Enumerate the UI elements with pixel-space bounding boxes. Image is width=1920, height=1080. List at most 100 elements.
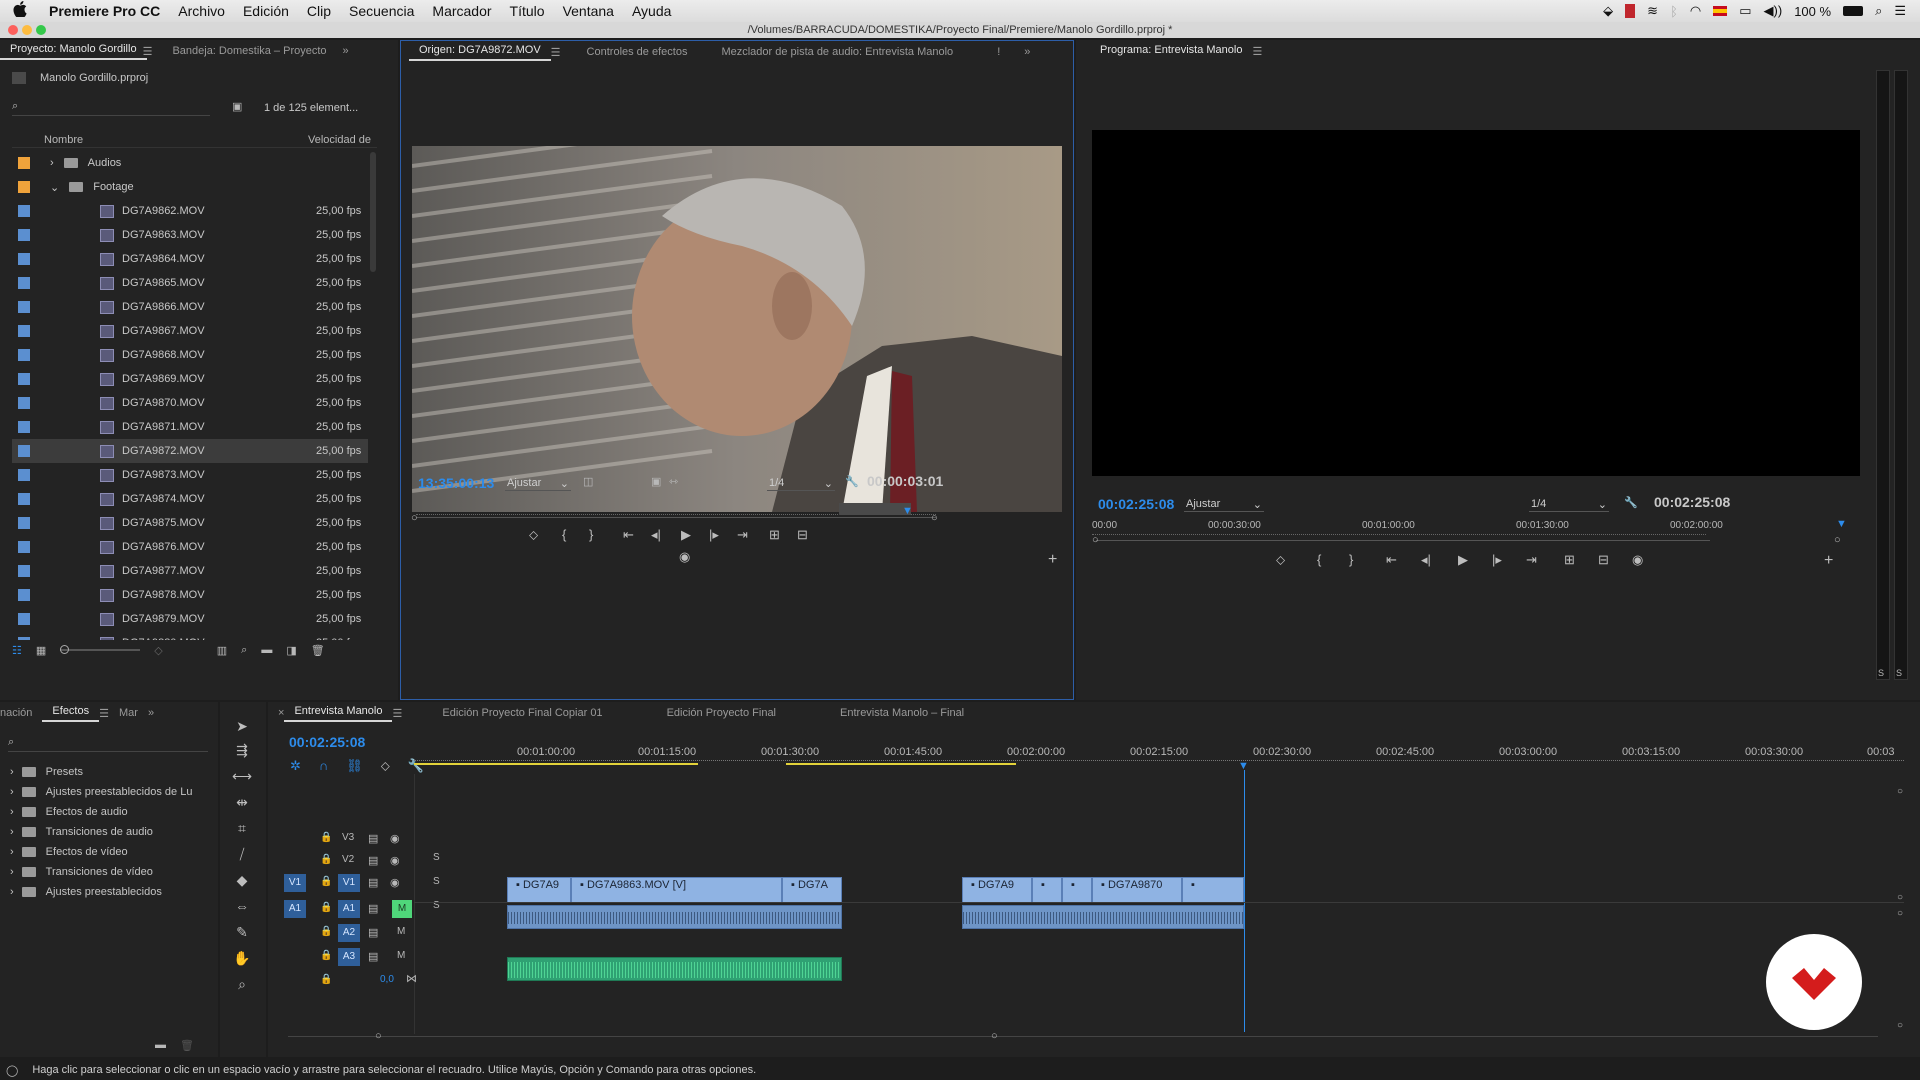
source-zoom-bar[interactable] [416,517,936,518]
drag-video-icon[interactable]: ⇿ [669,475,678,488]
mark-out-button[interactable]: } [589,527,593,542]
effects-folder-presets[interactable]: › Presets [10,762,83,782]
language-flag-icon[interactable] [1713,6,1728,16]
menu-edicion[interactable]: Edición [234,3,298,19]
tab-sequence-final-edit[interactable]: Edición Proyecto Final [657,707,786,719]
master-volume-value[interactable]: 0,0 [380,974,394,985]
program-timecode-in[interactable]: 00:02:25:08 [1098,496,1174,512]
solo-left-button[interactable]: S [1878,668,1884,678]
go-to-in-button[interactable]: ⇤ [1386,552,1397,568]
sync-lock-icon[interactable]: ▤ [368,876,378,889]
sync-lock-icon[interactable]: ▤ [368,926,378,939]
panel-menu-icon[interactable]: ☰ [1252,45,1262,58]
lock-icon[interactable]: 🔒 [320,926,332,937]
menu-secuencia[interactable]: Secuencia [340,3,423,19]
list-item-clip[interactable]: DG7A9866.MOV 25,00 fps [12,295,368,319]
list-item-clip[interactable]: DG7A9875.MOV 25,00 fps [12,511,368,535]
more-tabs-icon[interactable]: ! [997,46,1000,58]
timeline-clip-v1[interactable]: ▪ DG7A9 [962,877,1032,903]
step-back-button[interactable]: ◂| [651,527,661,543]
add-button-plus[interactable]: + [1048,551,1057,569]
mute-button-a2[interactable]: M [397,926,405,937]
trash-icon[interactable]: 🗑 [180,1039,194,1052]
close-window-button[interactable] [8,25,18,35]
zoom-tool-icon[interactable]: ⌕ [232,976,252,993]
mark-out-button[interactable]: } [1349,552,1353,567]
lift-button[interactable]: ⊞ [1564,552,1575,568]
new-bin-icon[interactable]: ▬ [155,1039,166,1051]
mark-in-button[interactable]: { [1317,552,1321,567]
list-item-clip[interactable]: DG7A9870.MOV 25,00 fps [12,391,368,415]
mark-in-button[interactable]: { [562,527,566,542]
spotlight-icon[interactable]: ⌕ [1875,3,1882,19]
tab-markers[interactable]: Mar [109,707,148,719]
zoom-window-button[interactable] [36,25,46,35]
list-item-clip[interactable]: DG7A9877.MOV 25,00 fps [12,559,368,583]
timeline-clip-v1[interactable]: ▪ [1062,877,1092,903]
sync-lock-icon[interactable]: ▤ [368,832,378,845]
source-fit-dropdown[interactable]: Ajustar ⌄ [505,477,571,491]
overwrite-button[interactable]: ⊟ [797,527,808,543]
tab-program[interactable]: Programa: Entrevista Manolo [1090,44,1252,59]
track-label-a2[interactable]: A2 [338,924,360,942]
selection-tool-icon[interactable]: ➤ [232,718,252,735]
more-tabs-icon[interactable]: » [148,707,154,719]
slip-tool-icon[interactable]: ◆ [232,872,252,889]
rate-stretch-tool-icon[interactable]: ⌗ [232,820,252,837]
timeline-clip-v1[interactable]: ▪ [1182,877,1244,903]
timeline-horizontal-scrollbar[interactable] [288,1036,1878,1037]
list-item-clip[interactable]: DG7A9880.MOV25,00 fps [12,631,368,640]
list-item-clip[interactable]: DG7A9865.MOV 25,00 fps [12,271,368,295]
track-label-a3[interactable]: A3 [338,948,360,966]
menu-archivo[interactable]: Archivo [169,3,234,19]
effects-folder-lumetri[interactable]: › Ajustes preestablecidos de Lu [10,782,192,802]
nest-toggle-icon[interactable]: ✲ [290,758,301,774]
airplay-icon[interactable]: ▭ [1739,3,1751,19]
add-marker-icon[interactable]: ⬦ [381,758,390,774]
trash-icon[interactable]: 🗑 [311,644,325,657]
flag-icon[interactable] [1625,4,1636,18]
tab-effect-controls[interactable]: Controles de efectos [577,46,698,58]
list-item-clip[interactable]: DG7A9867.MOV 25,00 fps [12,319,368,343]
list-item-clip[interactable]: DG7A9869.MOV 25,00 fps [12,367,368,391]
go-to-out-button[interactable]: ⇥ [1526,552,1537,568]
tab-audio-mixer[interactable]: Mezclador de pista de audio: Entrevista … [711,46,963,58]
project-scrollbar[interactable] [370,152,376,272]
wifi-icon[interactable]: ◠ [1690,3,1701,19]
menu-ventana[interactable]: Ventana [554,3,623,19]
source-patch-a1[interactable]: A1 [284,900,306,918]
timeline-clip-v1[interactable]: ▪ [1032,877,1062,903]
track-label-v1[interactable]: V1 [338,874,360,892]
linked-selection-icon[interactable]: ⛓ [346,758,363,774]
effects-folder-audio-transitions[interactable]: › Transiciones de audio [10,822,153,842]
list-item-clip[interactable]: DG7A9871.MOV 25,00 fps [12,415,368,439]
layers-icon[interactable]: ≋ [1647,3,1658,19]
insert-icon[interactable]: ▣ [651,475,661,488]
scroll-start-handle[interactable]: ○ [375,1030,382,1042]
menu-clip[interactable]: Clip [298,3,340,19]
source-video-frame[interactable] [412,146,1062,512]
zoom-end-handle[interactable]: ○ [931,512,938,524]
menu-titulo[interactable]: Título [501,3,554,19]
ripple-edit-tool-icon[interactable]: ⟷ [232,768,252,785]
vscroll-handle-mid[interactable]: ○ [1897,892,1903,903]
master-track-toggle-icon[interactable]: ⋈ [406,972,417,985]
timeline-clip-v1[interactable]: ▪ DG7A9863.MOV [V] [571,877,782,903]
hand-tool-icon[interactable]: ✋ [232,950,252,967]
tab-effects[interactable]: Efectos [42,705,100,722]
vscroll-handle-mid2[interactable]: ○ [1897,908,1903,919]
source-timecode-in[interactable]: 13:35:00:13 [418,475,494,491]
vscroll-handle-bottom[interactable]: ○ [1897,1020,1903,1031]
volume-icon[interactable]: ◀)) [1764,3,1783,19]
effects-folder-presets-2[interactable]: › Ajustes preestablecidos [10,882,162,902]
zoom-start-handle[interactable]: ○ [1092,534,1099,546]
automate-icon[interactable]: ▥ [217,644,227,657]
timeline-clip-a1[interactable] [507,905,842,929]
scroll-end-handle[interactable]: ○ [991,1030,998,1042]
snap-magnet-icon[interactable]: ∩ [319,758,328,774]
dropbox-icon[interactable]: ⬙ [1603,3,1613,19]
effects-folder-video-effects[interactable]: › Efectos de vídeo [10,842,128,862]
lock-icon[interactable]: 🔒 [320,854,332,865]
settings-small-icon[interactable]: ◫ [583,475,593,488]
source-patch-v1[interactable]: V1 [284,874,306,892]
